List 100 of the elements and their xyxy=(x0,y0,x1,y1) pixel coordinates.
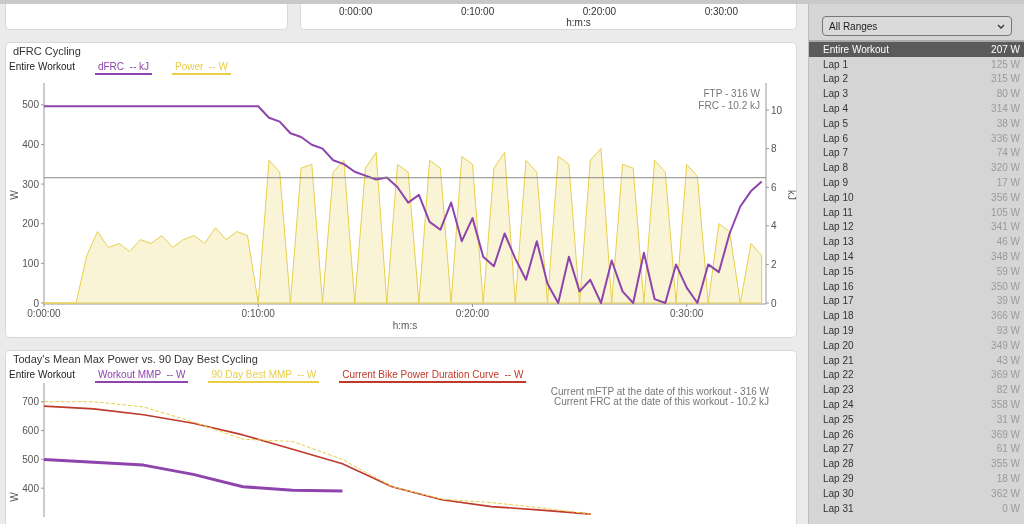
range-power: 348 W xyxy=(991,251,1020,263)
range-row[interactable]: Lap 6 336 W xyxy=(809,130,1024,146)
axis-tick-label: 4 xyxy=(771,220,777,232)
range-row[interactable]: Lap 7 74 W xyxy=(809,145,1024,161)
axis-tick-label: 0:00:00 xyxy=(27,308,61,319)
legend-item: Current Bike Power Duration Curve -- W xyxy=(339,369,527,383)
range-row[interactable]: Lap 5 38 W xyxy=(809,116,1024,131)
chart-annotation: FRC - 10.2 kJ xyxy=(698,100,760,111)
range-name: Lap 31 xyxy=(823,502,854,514)
range-row[interactable]: Lap 17 39 W xyxy=(809,293,1024,309)
range-power: 207 W xyxy=(991,43,1020,55)
range-row[interactable]: Lap 10 356 W xyxy=(809,189,1024,205)
range-row[interactable]: Lap 16 350 W xyxy=(809,278,1024,294)
range-power: 46 W xyxy=(996,236,1020,248)
axis-tick-label: 300 xyxy=(22,178,39,190)
range-row[interactable]: Lap 23 82 W xyxy=(809,382,1024,398)
range-row[interactable]: Lap 8 320 W xyxy=(809,160,1024,176)
range-name: Lap 15 xyxy=(823,265,854,277)
axis-tick-label: 400 xyxy=(22,482,39,494)
axis-tick-label: 6 xyxy=(771,181,777,193)
range-row[interactable]: Lap 25 31 W xyxy=(809,411,1024,427)
range-row[interactable]: Lap 9 17 W xyxy=(809,175,1024,190)
range-power: 38 W xyxy=(996,117,1020,129)
axis-tick-label: 0:30:00 xyxy=(670,308,704,319)
range-name: Lap 25 xyxy=(823,413,854,425)
range-power: 315 W xyxy=(991,73,1020,85)
range-power: 17 W xyxy=(996,177,1020,189)
range-row[interactable]: Lap 2 315 W xyxy=(809,71,1024,87)
range-row[interactable]: Lap 18 366 W xyxy=(809,308,1024,324)
range-power: 314 W xyxy=(991,103,1020,115)
range-power: 93 W xyxy=(996,325,1020,337)
range-power: 82 W xyxy=(996,384,1020,396)
range-row[interactable]: Lap 3 80 W xyxy=(809,86,1024,102)
range-name: Lap 30 xyxy=(823,487,854,499)
range-name: Lap 21 xyxy=(823,354,854,366)
range-power: 355 W xyxy=(991,458,1020,470)
range-power: 350 W xyxy=(991,280,1020,292)
axis-tick-label: 700 xyxy=(22,396,39,408)
axis-title: W xyxy=(9,190,20,200)
chart-annotation: Current FRC at the date of this workout - 10.2 kJ xyxy=(553,396,769,407)
range-name: Lap 9 xyxy=(823,177,849,189)
range-row[interactable]: Entire Workout 207 W xyxy=(809,42,1024,57)
range-row[interactable]: Lap 19 93 W xyxy=(809,323,1024,338)
axis-tick-label: 500 xyxy=(22,99,39,111)
axis-tick-label: 600 xyxy=(22,425,39,437)
range-row[interactable]: Lap 29 18 W xyxy=(809,471,1024,486)
range-power: 369 W xyxy=(991,369,1020,381)
range-row[interactable]: Lap 12 341 W xyxy=(809,219,1024,235)
range-power: 59 W xyxy=(996,265,1020,277)
axis-tick-label: 400 xyxy=(22,138,39,150)
range-name: Lap 16 xyxy=(823,280,854,292)
range-power: 31 W xyxy=(996,413,1020,425)
axis-tick-label: 0:10:00 xyxy=(460,6,495,17)
range-name: Lap 19 xyxy=(823,325,854,337)
range-name: Lap 6 xyxy=(823,132,849,144)
range-row[interactable]: Lap 30 362 W xyxy=(809,485,1024,501)
axis-tick-label: 0 xyxy=(771,297,777,309)
legend-item: 90 Day Best MMP -- W xyxy=(208,369,320,383)
range-power: 43 W xyxy=(996,354,1020,366)
range-power: 366 W xyxy=(991,310,1020,322)
range-row[interactable]: Lap 13 46 W xyxy=(809,234,1024,250)
range-row[interactable]: Lap 20 349 W xyxy=(809,337,1024,353)
range-row[interactable]: Lap 4 314 W xyxy=(809,101,1024,116)
range-power: 18 W xyxy=(996,473,1020,484)
axis-tick-label: 0:30:00 xyxy=(704,6,738,17)
axis-tick-label: 10 xyxy=(771,104,783,116)
range-label: Entire Workout xyxy=(9,61,75,73)
range-name: Lap 2 xyxy=(823,73,849,85)
axis-title: h:m:s xyxy=(392,320,418,331)
range-name: Lap 14 xyxy=(823,251,854,263)
range-row[interactable]: Lap 26 369 W xyxy=(809,426,1024,442)
range-row[interactable]: Lap 15 59 W xyxy=(809,263,1024,279)
range-label: Entire Workout xyxy=(9,369,75,381)
range-name: Lap 20 xyxy=(823,339,854,351)
range-name: Lap 8 xyxy=(823,162,849,174)
range-name: Lap 12 xyxy=(823,221,854,233)
range-power: 336 W xyxy=(991,132,1020,144)
range-name: Lap 24 xyxy=(823,399,854,410)
range-row[interactable]: Lap 14 348 W xyxy=(809,249,1024,264)
range-dropdown[interactable]: All Ranges xyxy=(822,16,1012,36)
range-name: Lap 10 xyxy=(823,191,854,203)
range-name: Lap 13 xyxy=(823,236,854,248)
range-power: 358 W xyxy=(991,399,1020,410)
axis-tick-label: 0:20:00 xyxy=(582,6,617,17)
range-row[interactable]: Lap 21 43 W xyxy=(809,352,1024,368)
range-name: Lap 4 xyxy=(823,103,849,115)
range-power: 341 W xyxy=(991,221,1020,233)
chevron-icon xyxy=(997,23,1005,29)
axis-tick-label: 500 xyxy=(22,453,39,465)
range-power: 369 W xyxy=(991,428,1020,440)
panel-title: Today's Mean Max Power vs. 90 Day Best Cycling xyxy=(12,352,259,366)
range-power: 74 W xyxy=(996,147,1020,159)
legend-item: dFRC -- kJ xyxy=(94,61,153,75)
range-row[interactable]: Lap 22 369 W xyxy=(809,367,1024,383)
range-name: Lap 17 xyxy=(823,295,854,307)
axis-tick-label: 2 xyxy=(771,258,777,270)
range-row[interactable]: Lap 24 358 W xyxy=(809,397,1024,412)
range-row[interactable]: Lap 28 355 W xyxy=(809,456,1024,472)
axis-tick-label: 0:10:00 xyxy=(241,308,275,319)
range-name: Lap 3 xyxy=(823,88,849,100)
